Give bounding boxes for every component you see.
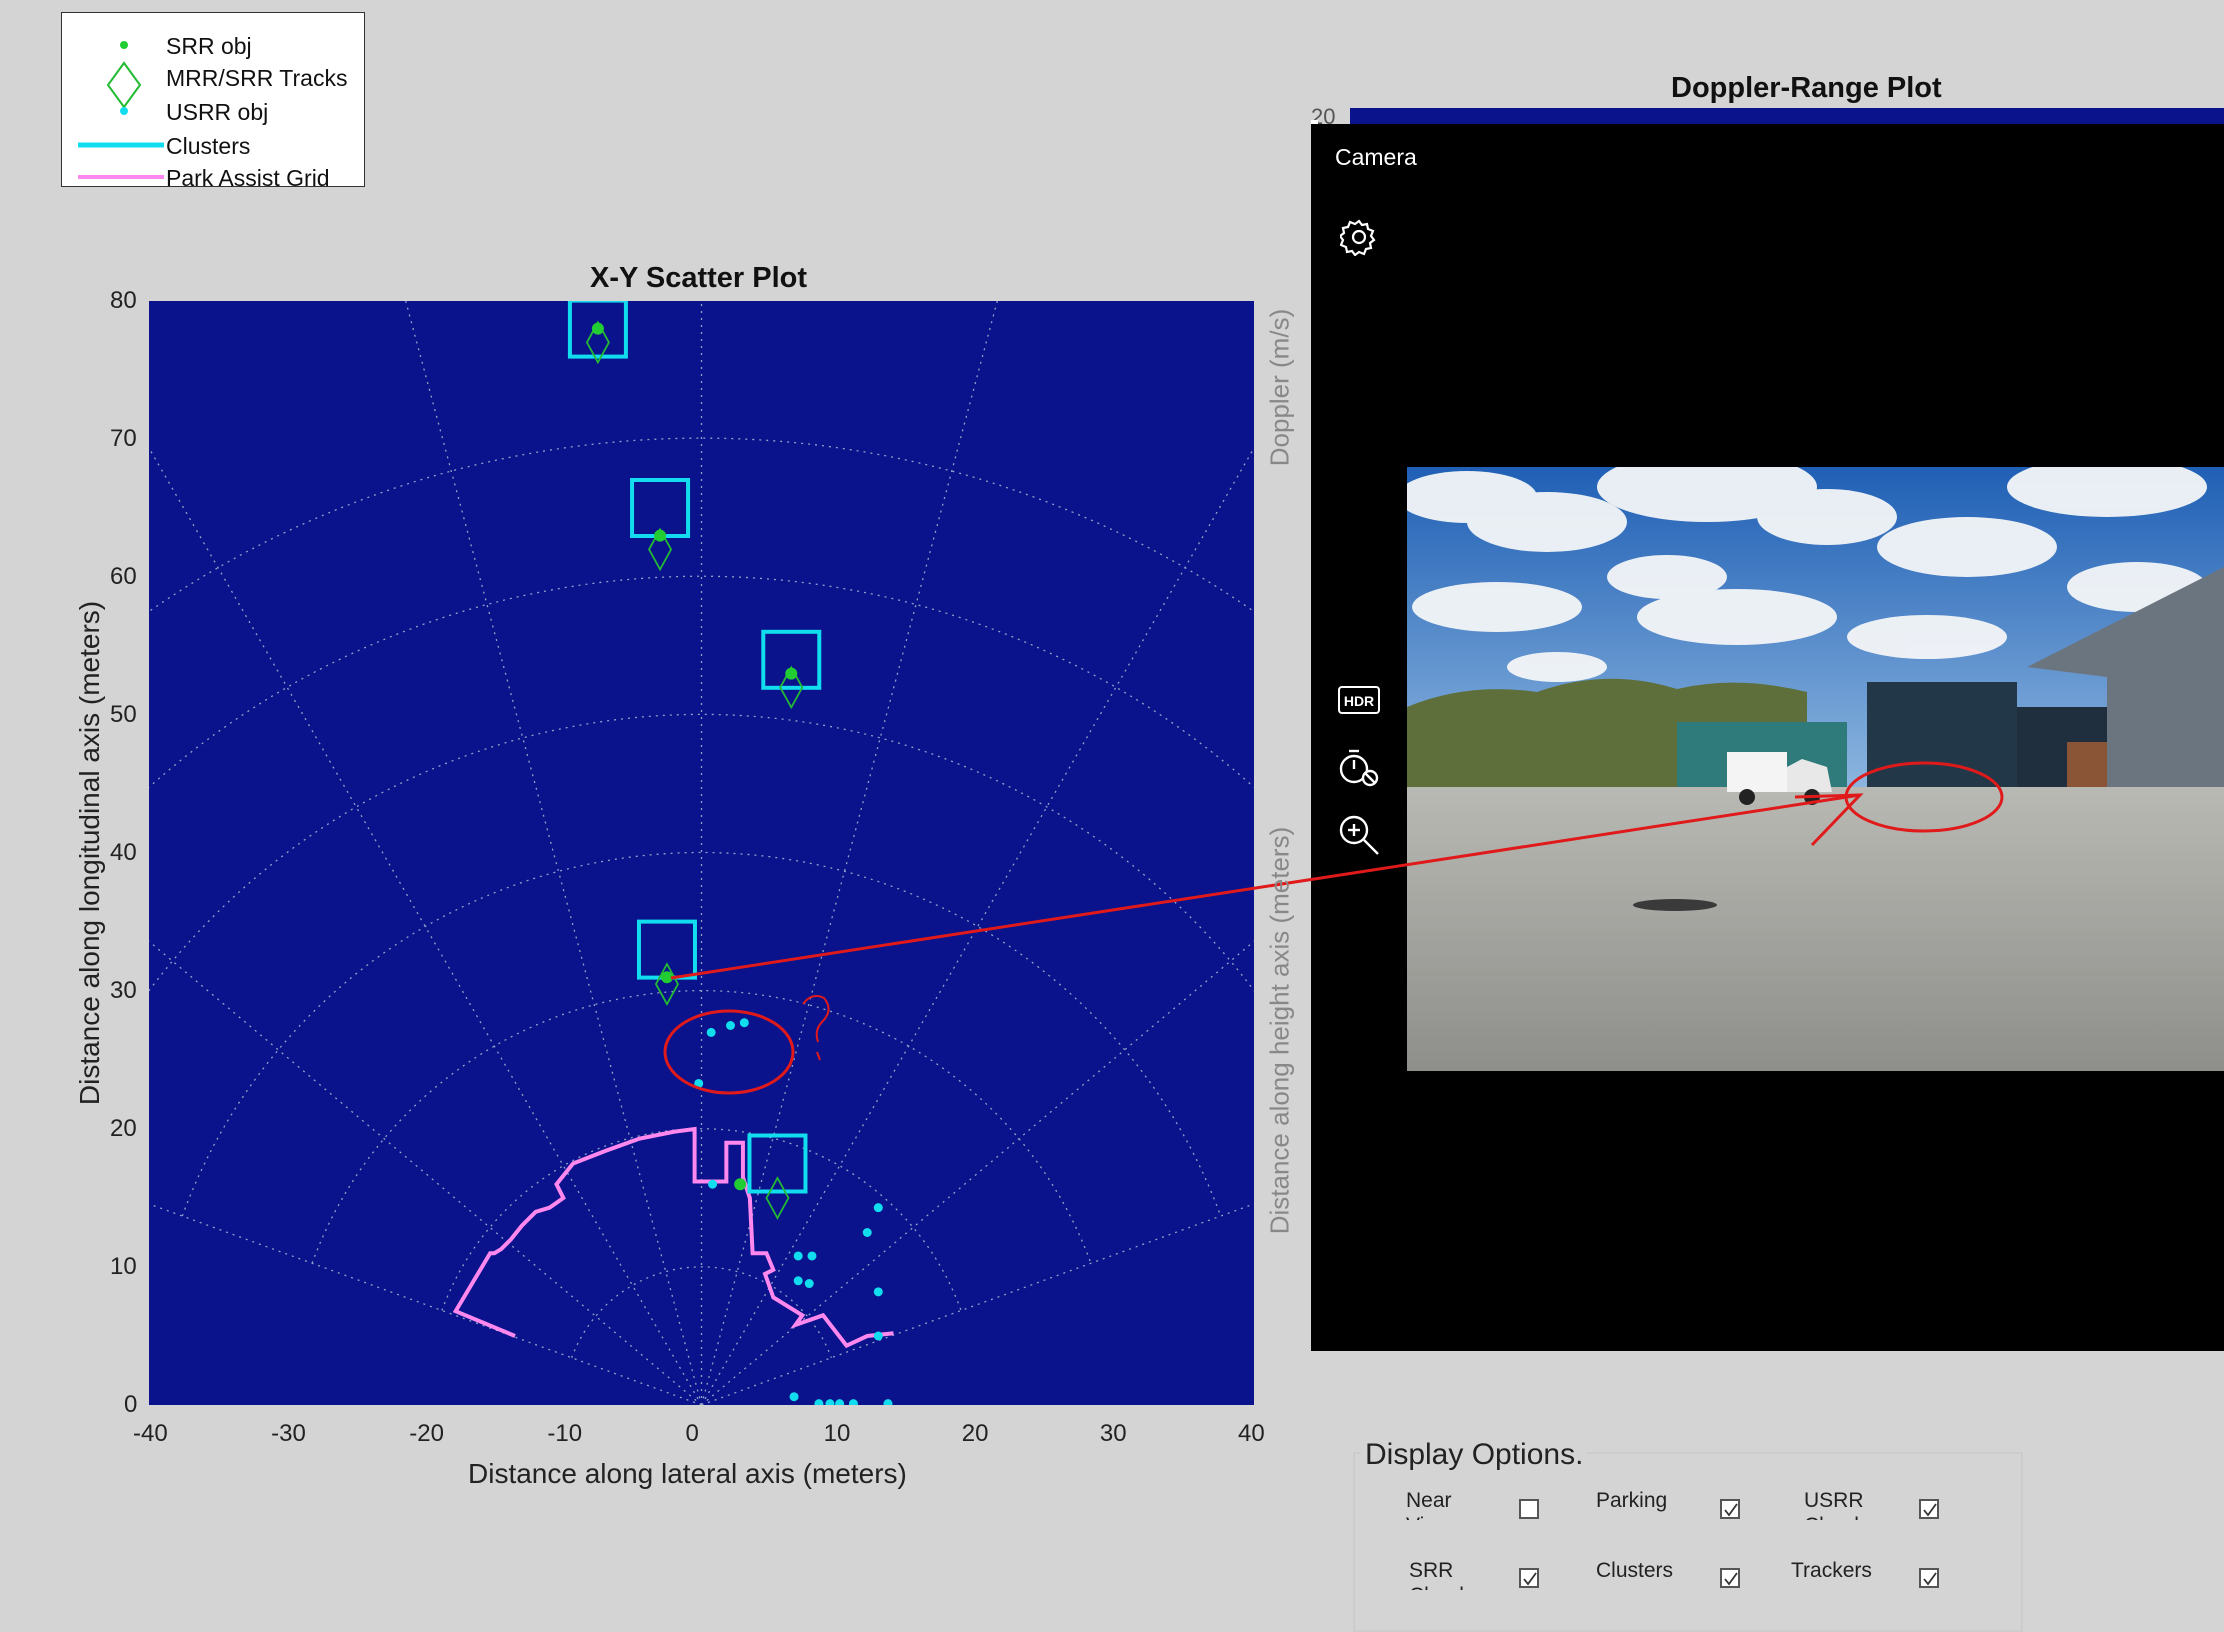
y-tick-label: 10 — [110, 1253, 137, 1280]
y-tick-label: 80 — [110, 287, 137, 314]
x-tick-label: 10 — [823, 1420, 851, 1447]
height-axis-label: Distance along height axis (meters) — [1264, 826, 1295, 1235]
cyan-dot-icon — [120, 107, 128, 115]
checkmark-icon — [1724, 1572, 1738, 1586]
x-tick-label: -40 — [133, 1420, 168, 1447]
usrr-point — [873, 1287, 883, 1297]
doppler-plot-title: Doppler-Range Plot — [1671, 72, 1942, 104]
x-tick-label: 20 — [961, 1420, 989, 1447]
svg-text:HDR: HDR — [1344, 693, 1374, 709]
option-label-parking: Parking — [1596, 1489, 1668, 1512]
xy-scatter-plot[interactable] — [149, 301, 1254, 1405]
option-label-clusters: Clusters — [1596, 1559, 1674, 1582]
xy-plot-title: X-Y Scatter Plot — [590, 262, 808, 294]
display-options-group — [1353, 1452, 2023, 1632]
checkmark-icon — [1923, 1572, 1937, 1586]
hdr-icon[interactable]: HDR — [1338, 686, 1380, 719]
usrr-point — [694, 1078, 704, 1088]
zoom-in-icon[interactable] — [1338, 814, 1380, 861]
legend-item-park-assist: Park Assist Grid — [62, 165, 364, 197]
display-options-title: Display Options. — [1361, 1438, 1588, 1472]
srr-point — [785, 667, 798, 680]
usrr-point — [789, 1392, 799, 1402]
camera-feed-image — [1407, 467, 2224, 1071]
checkmark-icon — [1923, 1503, 1937, 1517]
legend-label: SRR obj — [166, 33, 252, 59]
legend-label: Clusters — [166, 133, 251, 159]
usrr-point — [807, 1251, 817, 1261]
doppler-plot-area — [1350, 108, 2224, 124]
clusters-checkbox[interactable] — [1720, 1568, 1740, 1588]
y-tick-label: 50 — [110, 701, 137, 728]
srr-cloud-checkbox[interactable] — [1519, 1568, 1539, 1588]
srr-point — [734, 1178, 747, 1191]
legend-item-clusters: Clusters — [62, 133, 364, 165]
option-label-usrr-cloud: USRR Cloud — [1804, 1489, 1864, 1520]
usrr-point — [873, 1203, 883, 1213]
srr-point — [660, 971, 673, 984]
srr-point — [591, 322, 604, 335]
y-tick-label: 0 — [124, 1391, 138, 1418]
usrr-point — [804, 1279, 814, 1289]
x-tick-label: 40 — [1238, 1420, 1265, 1447]
srr-point — [654, 529, 667, 542]
x-tick-label: -30 — [271, 1420, 306, 1447]
pink-line-icon — [78, 175, 164, 179]
xy-y-axis-label: Distance along longitudinal axis (meters… — [74, 600, 105, 1106]
x-tick-label: -10 — [547, 1420, 583, 1447]
option-label-trackers: Trackers — [1791, 1559, 1872, 1582]
camera-title: Camera — [1335, 144, 1417, 170]
legend-label: USRR obj — [166, 99, 269, 125]
legend-item-usrr-obj: USRR obj — [62, 99, 364, 131]
x-tick-label: 30 — [1099, 1420, 1127, 1447]
y-tick-label: 20 — [110, 1115, 137, 1142]
trackers-checkbox[interactable] — [1919, 1568, 1939, 1588]
usrr-point — [706, 1027, 716, 1037]
usrr-point — [862, 1228, 872, 1237]
cyan-line-icon — [78, 142, 164, 148]
gear-icon[interactable] — [1338, 218, 1378, 261]
parking-checkbox[interactable] — [1720, 1499, 1740, 1519]
doppler-axis-label: Doppler (m/s) — [1264, 308, 1295, 467]
option-label-srr-cloud: SRR Cloud — [1409, 1559, 1464, 1590]
legend-label: Park Assist Grid — [166, 165, 330, 191]
legend-label: MRR/SRR Tracks — [166, 65, 348, 91]
x-tick-label: 0 — [685, 1420, 699, 1447]
y-tick-label: 70 — [110, 425, 137, 452]
x-tick-label: -20 — [409, 1420, 444, 1447]
y-tick-label: 30 — [110, 977, 137, 1004]
usrr-point — [708, 1179, 718, 1189]
usrr-point — [739, 1018, 749, 1028]
usrr-point — [873, 1331, 883, 1341]
checkmark-icon — [1523, 1572, 1537, 1586]
near-view-checkbox[interactable] — [1519, 1499, 1539, 1519]
usrr-point — [793, 1276, 803, 1286]
usrr-point — [793, 1251, 803, 1261]
checkmark-icon — [1724, 1503, 1738, 1517]
option-label-near-view: Near View — [1406, 1489, 1452, 1520]
timer-off-icon[interactable] — [1338, 746, 1380, 793]
usrr-cloud-checkbox[interactable] — [1919, 1499, 1939, 1519]
usrr-point — [726, 1021, 736, 1030]
y-tick-label: 60 — [110, 563, 137, 590]
plot-legend: SRR obj MRR/SRR Tracks USRR obj Clusters… — [61, 12, 365, 191]
y-tick-label: 40 — [110, 839, 137, 866]
xy-x-axis-label: Distance along lateral axis (meters) — [468, 1458, 907, 1489]
